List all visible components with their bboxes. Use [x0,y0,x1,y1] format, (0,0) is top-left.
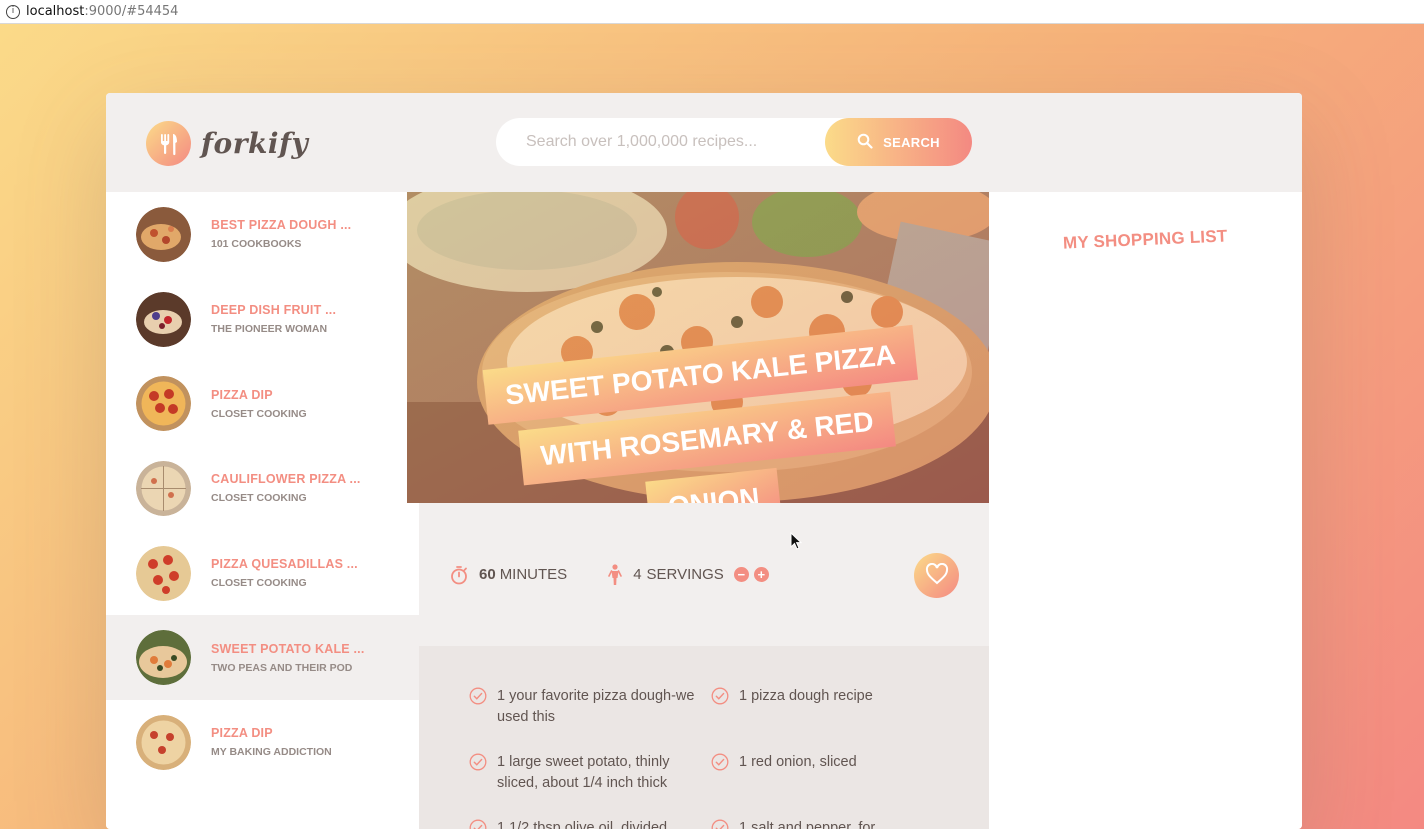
result-title: PIZZA DIP [211,726,273,741]
ingredient-item: 1 your favorite pizza dough-we used this [469,686,711,728]
check-circle-icon [469,819,487,829]
mouse-cursor-icon [790,531,803,554]
result-title: SWEET POTATO KALE ... [211,641,365,656]
search-results: BEST PIZZA DOUGH ... 101 COOKBOOKS DEEP … [106,192,419,829]
search-input[interactable] [526,133,826,151]
search-button-label: SEARCH [883,134,940,150]
result-thumbnail [136,545,191,601]
result-item[interactable]: BEST PIZZA DOUGH ... 101 COOKBOOKS [106,192,419,277]
result-item[interactable]: PIZZA DIP MY BAKING ADDICTION [106,700,419,785]
result-author: TWO PEAS AND THEIR POD [211,661,353,674]
duration-value: 60 [479,566,496,583]
header: forkify SEARCH [106,93,1302,192]
result-author: THE PIONEER WOMAN [211,323,328,336]
ingredient-item: 1 pizza dough recipe [711,686,951,728]
servings-unit: SERVINGS [646,566,724,583]
url-host: localhost [26,4,85,19]
shopping-list-title: MY SHOPPING LIST [1062,226,1228,253]
result-item[interactable]: CAULIFLOWER PIZZA ... CLOSET COOKING [106,446,419,531]
result-thumbnail [136,206,191,262]
check-circle-icon [711,687,729,728]
recipe-figure: SWEET POTATO KALE PIZZA WITH ROSEMARY & … [407,192,999,503]
bookmark-like-button[interactable] [914,553,959,598]
ingredient-item: 1 salt and pepper, for [711,818,951,829]
ingredient-text: 1 salt and pepper, for [739,820,876,829]
fork-knife-icon [146,121,191,166]
result-author: CLOSET COOKING [211,577,307,590]
shopping-list-panel: MY SHOPPING LIST [989,192,1302,829]
result-item[interactable]: DEEP DISH FRUIT ... THE PIONEER WOMAN [106,277,419,362]
duration-unit: MINUTES [499,566,568,583]
browser-url-bar[interactable]: i localhost:9000/#54454 [0,0,1424,24]
stopwatch-icon [449,565,469,585]
result-title: PIZZA DIP [211,387,273,402]
result-author: MY BAKING ADDICTION [211,746,332,759]
recipe-details: 60 MINUTES 4 SERVINGS − + [419,503,989,646]
recipe-duration: 60 MINUTES [449,565,567,585]
increase-servings-button[interactable]: + [753,567,769,582]
logo[interactable]: forkify [146,121,308,166]
recipe-servings: 4 SERVINGS − + [607,563,774,586]
ingredient-item: 1 1/2 tbsp olive oil, divided [469,818,711,829]
ingredient-text: 1 pizza dough recipe [739,688,873,704]
search-form: SEARCH [496,118,972,166]
ingredient-item: 1 red onion, sliced [711,752,951,794]
result-title: DEEP DISH FRUIT ... [211,303,337,318]
ingredient-text: 1 large sweet potato, thinly sliced, abo… [497,754,670,791]
result-thumbnail [136,714,191,770]
info-icon[interactable]: i [6,4,20,19]
result-author: CLOSET COOKING [211,407,307,420]
result-author: 101 COOKBOOKS [211,238,302,251]
search-icon [857,133,873,152]
result-thumbnail [136,460,191,516]
result-title: BEST PIZZA DOUGH ... [211,218,352,233]
result-item[interactable]: PIZZA QUESADILLAS ... CLOSET COOKING [106,531,419,616]
app-container: forkify SEARCH BEST PIZZA DOUGH ... [106,93,1302,829]
ingredient-text: 1 red onion, sliced [739,754,857,770]
result-title: CAULIFLOWER PIZZA ... [211,472,361,487]
decrease-servings-button[interactable]: − [733,567,749,582]
result-thumbnail [136,291,191,347]
result-thumbnail [136,630,191,686]
check-circle-icon [469,687,487,728]
check-circle-icon [711,753,729,794]
result-author: CLOSET COOKING [211,492,307,505]
servings-buttons: − + [733,567,774,582]
result-thumbnail [136,376,191,432]
url-path: :9000/#54454 [84,4,179,19]
heart-icon [925,562,949,589]
servings-value: 4 [633,566,642,583]
result-item[interactable]: PIZZA DIP CLOSET COOKING [106,361,419,446]
result-title: PIZZA QUESADILLAS ... [211,557,358,572]
ingredient-item: 1 large sweet potato, thinly sliced, abo… [469,752,711,794]
check-circle-icon [711,819,729,829]
check-circle-icon [469,753,487,794]
result-item-active[interactable]: SWEET POTATO KALE ... TWO PEAS AND THEIR… [106,615,419,701]
recipe-title-line: ONION [645,467,783,503]
search-button[interactable]: SEARCH [825,118,972,166]
logo-text: forkify [201,127,309,160]
person-icon [607,563,623,586]
ingredient-text: 1 1/2 tbsp olive oil, divided [497,820,668,829]
recipe-ingredients: 1 your favorite pizza dough-we used this… [419,646,989,829]
recipe-panel: SWEET POTATO KALE PIZZA WITH ROSEMARY & … [407,192,999,829]
ingredient-text: 1 your favorite pizza dough-we used this [497,688,695,725]
